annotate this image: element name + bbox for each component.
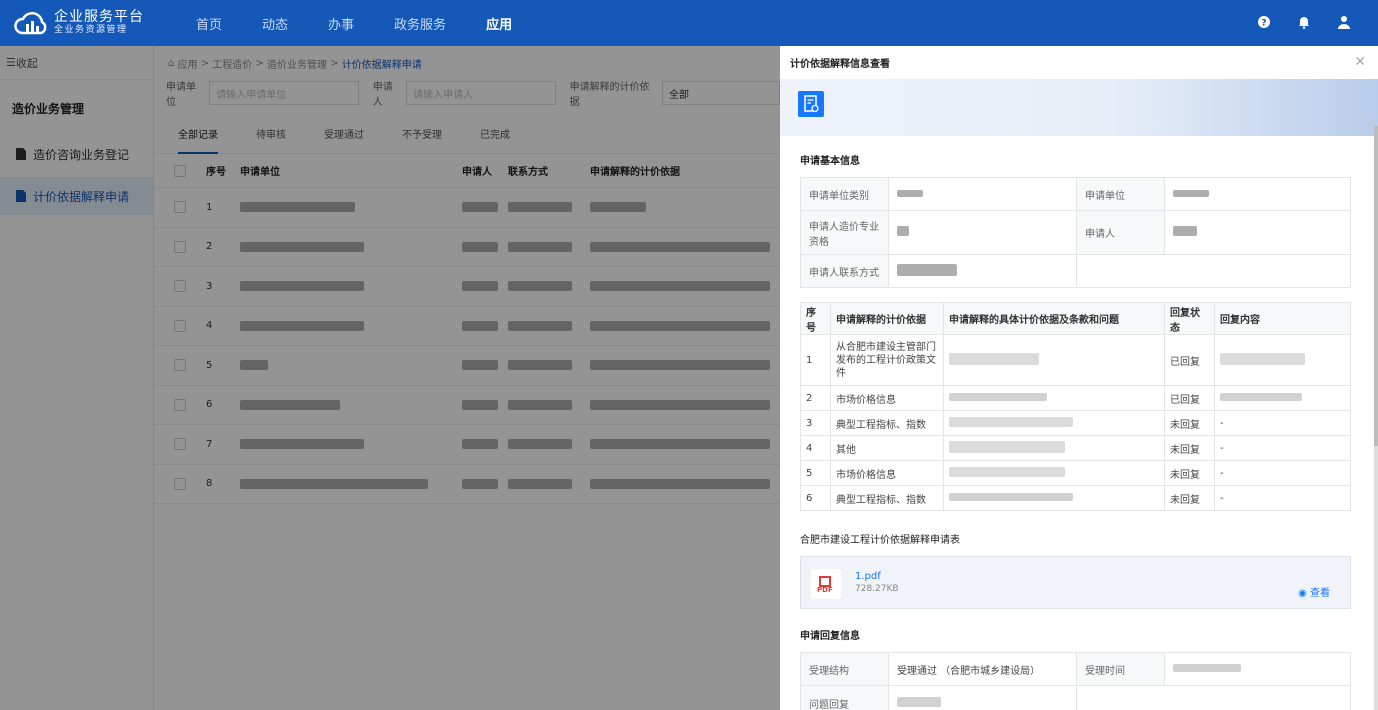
- detail-drawer: 计价依据解释信息查看 ✕ 申请基本信息 申请单位类别 申请单位 申请人造价专业资…: [780, 46, 1378, 710]
- reply-info-heading: 申请回复信息: [800, 631, 860, 642]
- top-bar: 企业服务平台 全业务资源管理 首页 动态 办事 政务服务 应用 ?: [0, 0, 1378, 46]
- file-section-heading: 合肥市建设工程计价依据解释申请表: [800, 535, 960, 546]
- cloud-logo-icon: [14, 12, 47, 35]
- redacted-text: [897, 697, 941, 707]
- help-icon[interactable]: ?: [1256, 14, 1272, 30]
- basic-info-heading: 申请基本信息: [800, 156, 860, 167]
- label-unit: 申请单位: [1076, 177, 1165, 211]
- bell-icon[interactable]: [1296, 14, 1312, 30]
- user-icon[interactable]: [1336, 14, 1352, 30]
- redacted-text: [897, 263, 957, 276]
- drawer-banner: [780, 79, 1378, 136]
- nav-gov-services[interactable]: 政务服务: [374, 14, 466, 33]
- form-icon: [798, 91, 824, 117]
- redacted-text: [1220, 352, 1305, 365]
- nav-apps[interactable]: 应用: [466, 14, 532, 33]
- file-name[interactable]: 1.pdf: [855, 571, 881, 582]
- redacted-text: [949, 392, 1047, 401]
- redacted-text: [949, 416, 1073, 427]
- label-structure: 受理结构: [800, 652, 889, 686]
- redacted-text: [949, 492, 1073, 501]
- label-answer: 问题回复: [800, 685, 889, 710]
- reply-row: 2 市场价格信息 已回复: [800, 385, 1351, 411]
- reply-info-table: 受理结构 受理通过 （合肥市城乡建设局） 受理时间 问题回复: [800, 652, 1351, 710]
- basic-info-table: 申请单位类别 申请单位 申请人造价专业资格 申请人 申请人联系方式: [800, 177, 1351, 288]
- redacted-text: [1173, 226, 1197, 236]
- label-unit-type: 申请单位类别: [800, 177, 889, 211]
- redacted-text: [897, 226, 909, 236]
- label-contact: 申请人联系方式: [800, 254, 889, 288]
- file-size: 728.27KB: [855, 584, 899, 594]
- modal-mask[interactable]: [0, 46, 780, 710]
- nav-home[interactable]: 首页: [176, 14, 242, 33]
- label-time: 受理时间: [1076, 652, 1165, 686]
- close-icon[interactable]: ✕: [1354, 54, 1366, 70]
- redacted-text: [1220, 392, 1302, 401]
- redacted-text: [1173, 663, 1241, 672]
- redacted-text: [949, 440, 1065, 453]
- attachment-card[interactable]: PDF 1.pdf 728.27KB ◉ 查看: [800, 556, 1351, 609]
- nav-news[interactable]: 动态: [242, 14, 308, 33]
- reply-row: 6 典型工程指标、指数 未回复 -: [800, 485, 1351, 511]
- structure-value: 受理通过 （合肥市城乡建设局）: [888, 652, 1077, 686]
- logo[interactable]: 企业服务平台 全业务资源管理: [14, 9, 164, 37]
- main-nav: 首页 动态 办事 政务服务 应用: [176, 14, 532, 33]
- redacted-text: [949, 352, 1039, 365]
- drawer-scrollbar[interactable]: [1374, 126, 1378, 710]
- label-applicant: 申请人: [1076, 210, 1165, 255]
- redacted-text: [1173, 189, 1209, 197]
- reply-row: 1 从合肥市建设主管部门发布的工程计价政策文件 已回复: [800, 334, 1351, 386]
- pdf-icon: PDF: [811, 569, 841, 599]
- app-name: 企业服务平台: [54, 9, 144, 26]
- reply-row: 3 典型工程指标、指数 未回复 -: [800, 410, 1351, 436]
- drawer-title: 计价依据解释信息查看: [790, 59, 890, 70]
- nav-services[interactable]: 办事: [308, 14, 374, 33]
- redacted-text: [949, 466, 1065, 477]
- reply-row: 5 市场价格信息 未回复 -: [800, 460, 1351, 486]
- reply-table: 序号 申请解释的计价依据 申请解释的具体计价依据及条款和问题 回复状态 回复内容…: [800, 302, 1351, 511]
- redacted-text: [897, 189, 923, 197]
- app-subname: 全业务资源管理: [54, 24, 128, 35]
- view-file-button[interactable]: ◉ 查看: [1298, 584, 1330, 599]
- eye-icon: ◉: [1298, 588, 1307, 599]
- label-qualification: 申请人造价专业资格: [800, 210, 889, 255]
- reply-row: 4 其他 未回复 -: [800, 435, 1351, 461]
- svg-text:?: ?: [1261, 19, 1266, 29]
